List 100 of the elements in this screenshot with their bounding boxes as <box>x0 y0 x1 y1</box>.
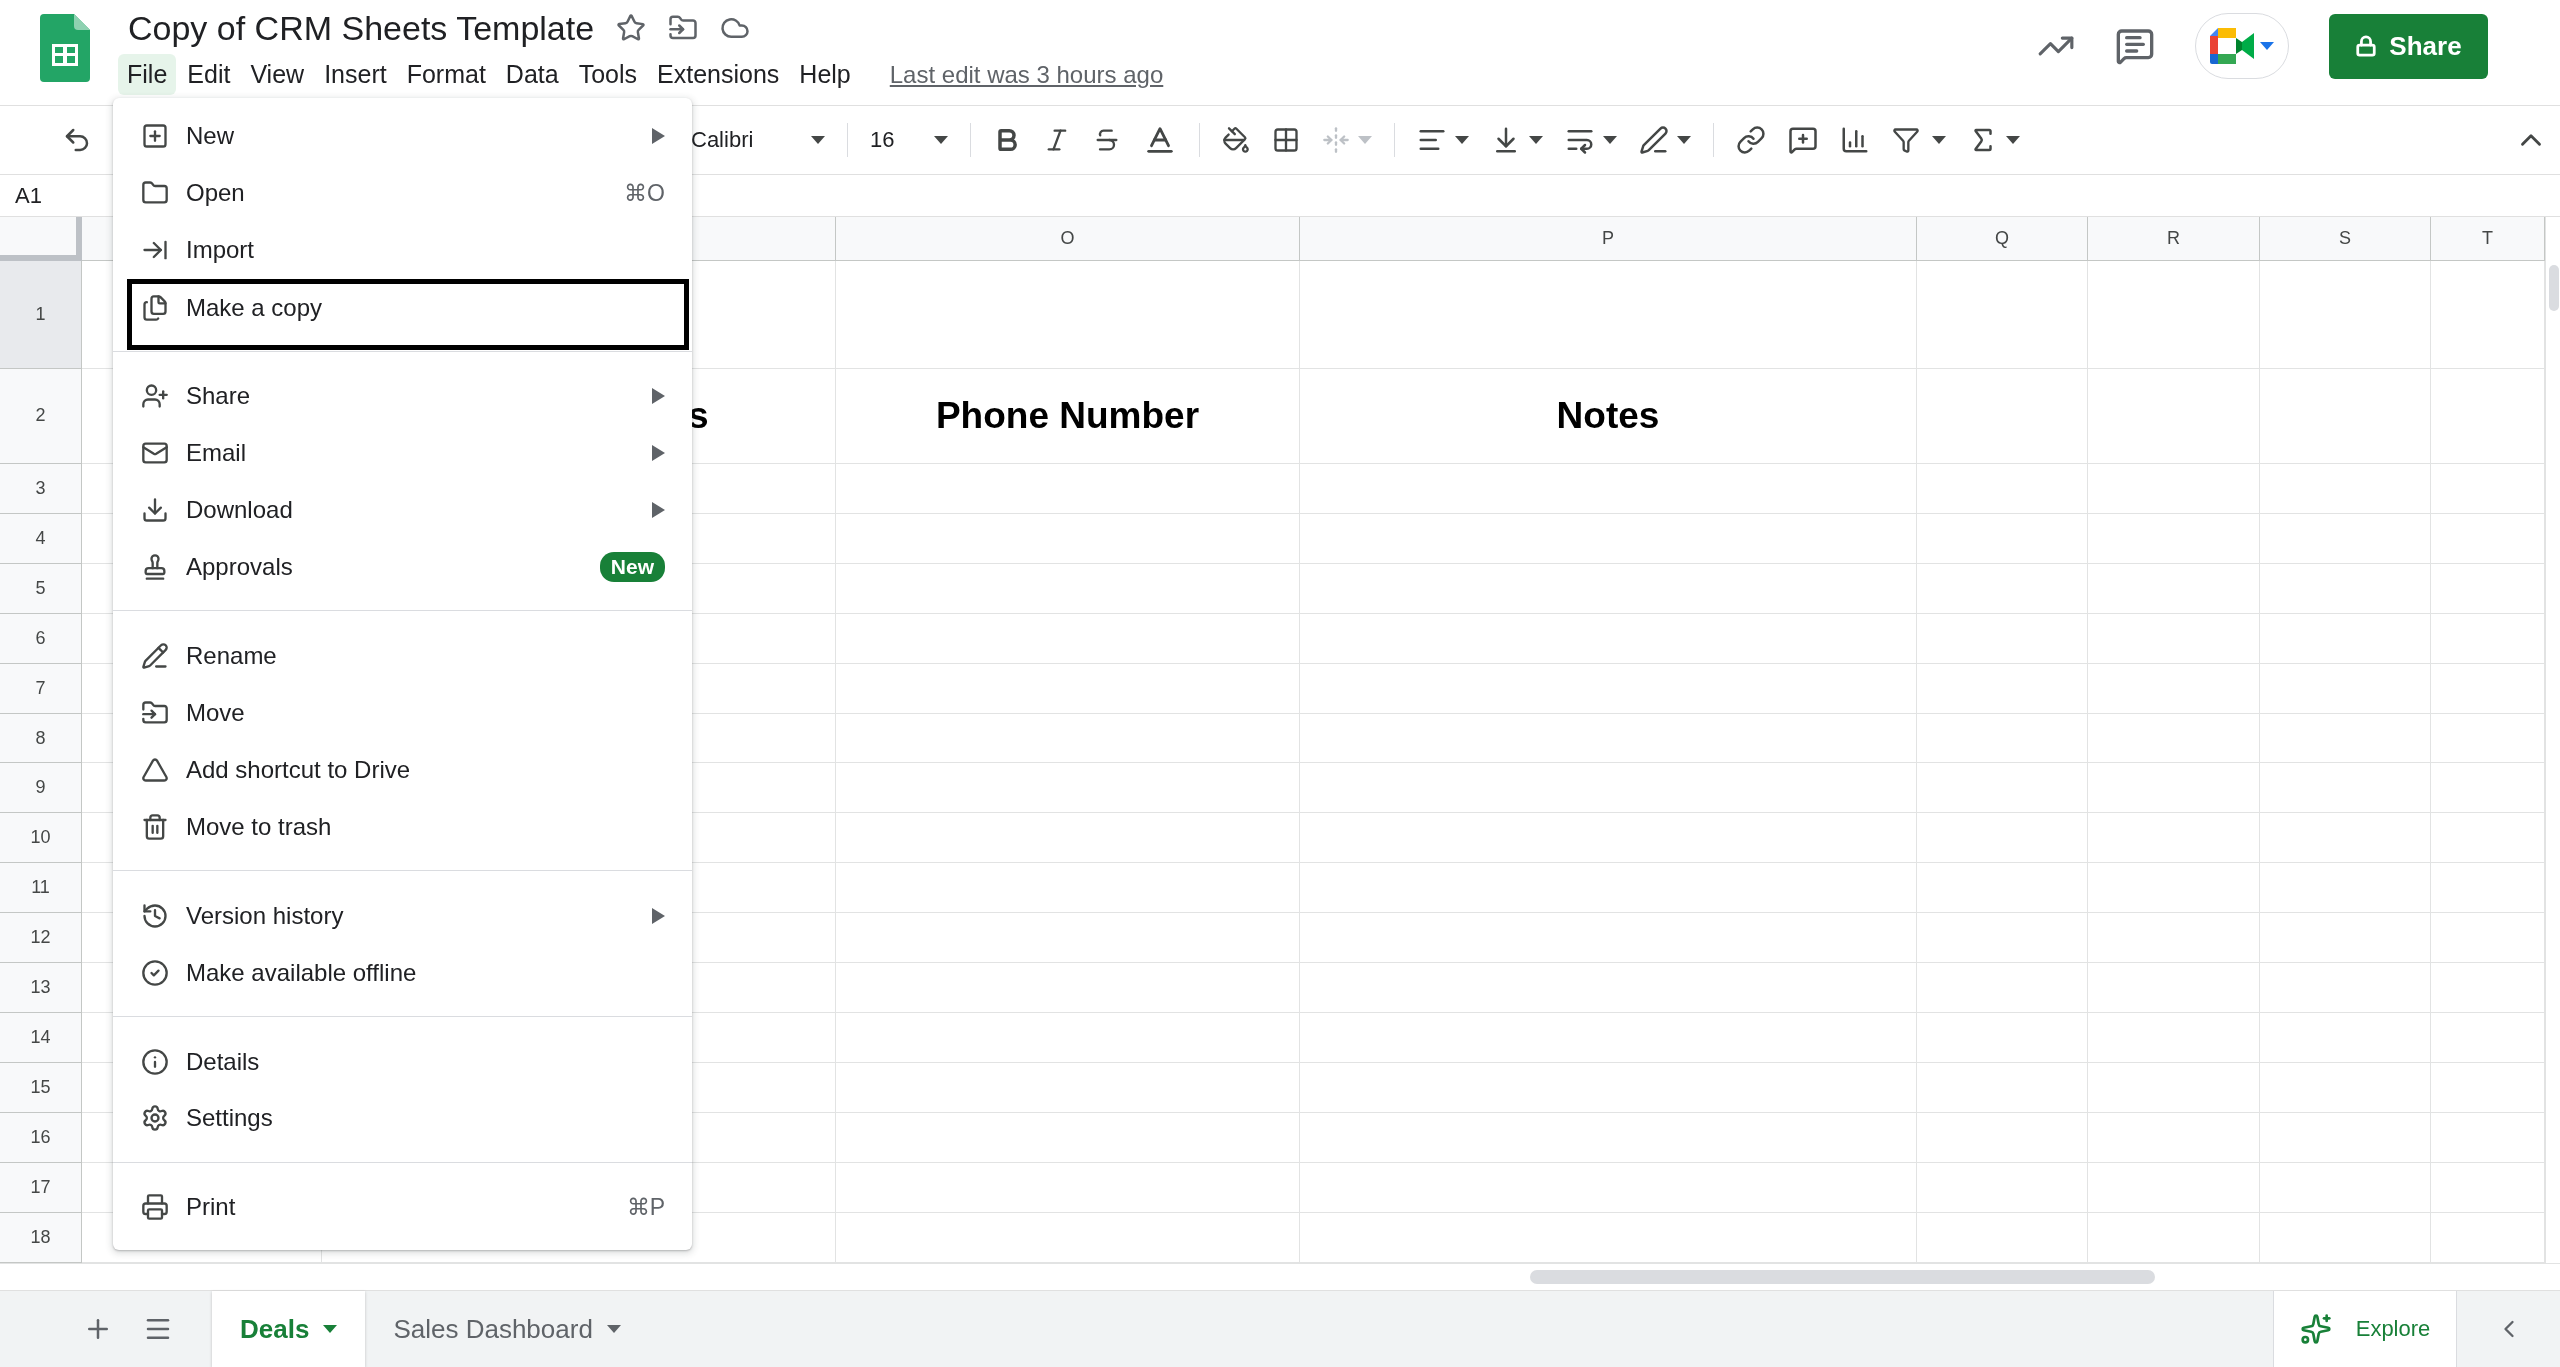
table-cell[interactable] <box>2088 713 2260 764</box>
table-cell[interactable] <box>836 463 1300 514</box>
menu-option[interactable]: Make available offline <box>113 944 692 1002</box>
menu-item[interactable]: Format <box>397 54 495 95</box>
menu-item[interactable]: Extensions <box>648 54 789 95</box>
menu-option[interactable]: Move <box>113 684 692 742</box>
table-cell[interactable] <box>836 1013 1300 1064</box>
menu-option[interactable]: Download <box>113 481 692 539</box>
row-header[interactable]: 16 <box>0 1113 82 1164</box>
table-cell[interactable] <box>2260 863 2431 914</box>
row-header[interactable]: 6 <box>0 613 82 664</box>
row-header[interactable]: 14 <box>0 1013 82 1064</box>
last-edit-link[interactable]: Last edit was 3 hours ago <box>889 60 1164 89</box>
document-title[interactable]: Copy of CRM Sheets Template <box>128 8 595 48</box>
table-cell[interactable] <box>2260 463 2431 514</box>
table-cell[interactable] <box>1300 563 1917 614</box>
table-cell[interactable] <box>1917 1213 2088 1263</box>
table-cell[interactable] <box>2260 1063 2431 1114</box>
table-cell[interactable] <box>2260 913 2431 964</box>
table-cell[interactable] <box>2088 663 2260 714</box>
table-cell[interactable] <box>836 863 1300 914</box>
table-cell[interactable] <box>2088 463 2260 514</box>
table-cell[interactable] <box>1917 613 2088 664</box>
table-cell[interactable] <box>1917 463 2088 514</box>
table-cell[interactable] <box>1917 713 2088 764</box>
row-header[interactable]: 9 <box>0 763 82 814</box>
table-cell[interactable] <box>2088 368 2260 464</box>
table-cell[interactable] <box>2260 713 2431 764</box>
table-cell[interactable] <box>2260 813 2431 864</box>
column-header[interactable]: T <box>2431 217 2545 261</box>
row-header[interactable]: 8 <box>0 713 82 764</box>
scrollbar-thumb[interactable] <box>2549 264 2559 311</box>
table-cell[interactable] <box>2260 963 2431 1014</box>
table-cell[interactable] <box>2088 1013 2260 1064</box>
table-cell[interactable] <box>836 913 1300 964</box>
table-cell[interactable]: Notes <box>1300 368 1917 464</box>
menu-option[interactable]: Make a copy <box>127 278 689 351</box>
menu-option[interactable]: Approvals New <box>113 538 692 596</box>
font-size-dropdown[interactable]: 16 <box>870 127 948 153</box>
menu-item[interactable]: Tools <box>569 54 647 95</box>
table-cell[interactable] <box>1917 963 2088 1014</box>
table-cell[interactable] <box>836 663 1300 714</box>
table-cell[interactable] <box>836 1063 1300 1114</box>
table-cell[interactable] <box>2088 813 2260 864</box>
table-cell[interactable] <box>836 260 1300 369</box>
table-cell[interactable] <box>1917 763 2088 814</box>
table-cell[interactable] <box>1300 1063 1917 1114</box>
row-header[interactable]: 13 <box>0 963 82 1014</box>
row-header[interactable]: 11 <box>0 863 82 914</box>
table-cell[interactable] <box>1300 1163 1917 1214</box>
menu-option[interactable]: Version history <box>113 887 692 945</box>
table-cell[interactable] <box>1917 368 2088 464</box>
table-cell[interactable] <box>2088 863 2260 914</box>
table-cell[interactable] <box>2260 1113 2431 1164</box>
table-cell[interactable] <box>1300 863 1917 914</box>
menu-option[interactable]: Email <box>113 424 692 482</box>
table-cell[interactable] <box>2260 260 2431 369</box>
sheet-tab[interactable]: Sales Dashboard <box>365 1291 649 1367</box>
scrollbar-thumb[interactable] <box>1530 1270 2155 1284</box>
table-cell[interactable] <box>1300 813 1917 864</box>
table-cell[interactable] <box>1917 813 2088 864</box>
table-cell[interactable] <box>2088 563 2260 614</box>
table-cell[interactable] <box>2260 563 2431 614</box>
menu-option[interactable]: Details <box>113 1033 692 1090</box>
row-header[interactable]: 12 <box>0 913 82 964</box>
menu-option[interactable]: Print ⌘P <box>113 1178 692 1236</box>
table-cell[interactable] <box>2260 368 2431 464</box>
table-cell[interactable] <box>1300 613 1917 664</box>
row-header[interactable]: 3 <box>0 463 82 514</box>
table-cell[interactable] <box>2088 1113 2260 1164</box>
table-cell[interactable] <box>1300 663 1917 714</box>
table-cell[interactable] <box>2088 1063 2260 1114</box>
table-cell[interactable] <box>1300 713 1917 764</box>
table-cell[interactable] <box>1917 913 2088 964</box>
table-cell[interactable] <box>1917 863 2088 914</box>
table-cell[interactable] <box>836 1113 1300 1164</box>
sheet-tab[interactable]: Deals <box>212 1291 366 1367</box>
menu-option[interactable]: Import <box>113 221 692 279</box>
menu-option[interactable]: Move to trash <box>113 798 692 856</box>
table-cell[interactable] <box>1917 260 2088 369</box>
table-cell[interactable] <box>2088 513 2260 564</box>
menu-option[interactable]: Settings <box>113 1090 692 1147</box>
row-header[interactable]: 17 <box>0 1163 82 1214</box>
table-cell[interactable] <box>2088 613 2260 664</box>
row-header[interactable]: 4 <box>0 513 82 564</box>
column-header[interactable]: Q <box>1917 217 2088 261</box>
column-header[interactable]: R <box>2088 217 2260 261</box>
menu-item[interactable]: Edit <box>178 54 240 95</box>
table-cell[interactable] <box>1300 260 1917 369</box>
select-all-corner[interactable] <box>0 217 82 261</box>
table-cell[interactable] <box>2260 663 2431 714</box>
table-cell[interactable] <box>836 563 1300 614</box>
table-cell[interactable] <box>1917 1013 2088 1064</box>
menu-item[interactable]: Data <box>496 54 568 95</box>
table-cell[interactable] <box>836 1163 1300 1214</box>
menu-item[interactable]: File <box>118 54 177 95</box>
table-cell[interactable] <box>2088 1163 2260 1214</box>
row-header[interactable]: 15 <box>0 1063 82 1114</box>
table-cell[interactable] <box>2260 763 2431 814</box>
table-cell[interactable] <box>1300 513 1917 564</box>
